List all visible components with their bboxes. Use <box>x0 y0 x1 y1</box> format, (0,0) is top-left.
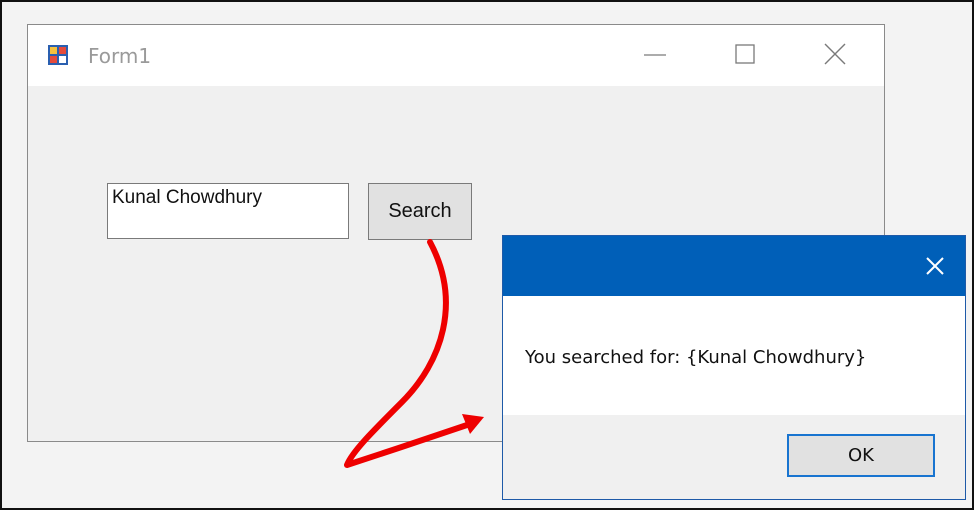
message-box-dialog: You searched for: {Kunal Chowdhury} OK <box>502 235 966 500</box>
dialog-close-button[interactable] <box>915 246 955 286</box>
ok-button[interactable]: OK <box>787 434 935 477</box>
dialog-message: You searched for: {Kunal Chowdhury} <box>525 347 867 368</box>
close-icon <box>926 257 944 275</box>
screenshot-frame: Form1 Kunal Chowdhury Search You searche… <box>0 0 974 510</box>
dialog-titlebar[interactable] <box>503 236 965 296</box>
dialog-body: You searched for: {Kunal Chowdhury} <box>503 296 965 415</box>
